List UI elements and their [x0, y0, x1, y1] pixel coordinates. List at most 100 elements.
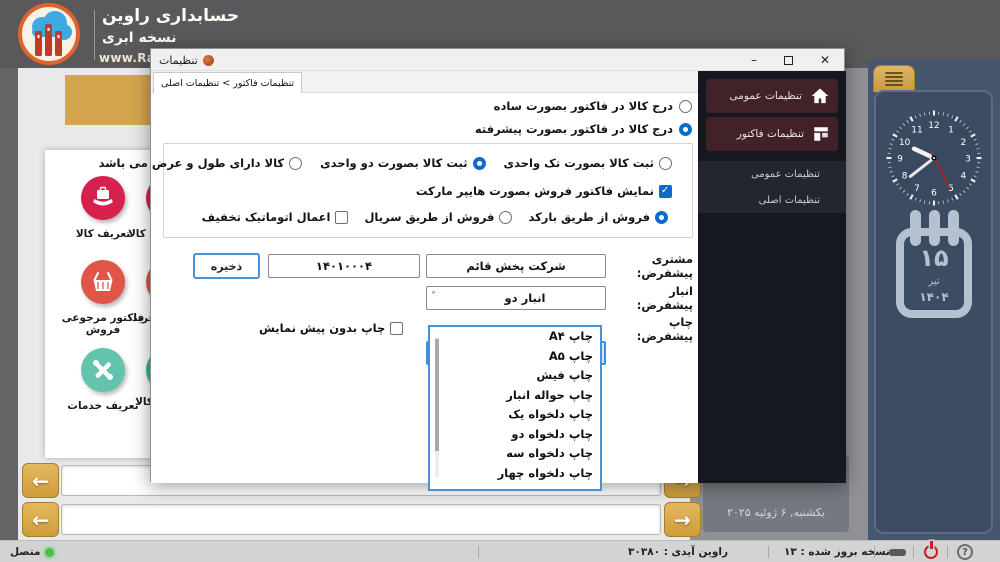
dialog-tabstrip: تنظیمات فاکتور > تنظیمات اصلی	[151, 71, 698, 93]
radio-icon-checked[interactable]	[473, 157, 486, 170]
calendar-widget: ۱۵ تیر ۱۴۰۴	[896, 228, 972, 318]
default-print-label: چاپ پیشفرض:	[613, 317, 693, 341]
checkbox-icon[interactable]	[335, 211, 348, 224]
dropdown-item[interactable]: چاپ حواله انبار	[430, 386, 600, 406]
hamburger-icon	[885, 70, 903, 88]
default-customer-input[interactable]: شرکت پخش قائم	[426, 254, 606, 278]
checkbox-print-no-preview[interactable]: چاپ بدون پیش نمایش	[259, 321, 403, 335]
status-bar: متصل راوین آیدی : ۳۰۳۸۰ نسخه بروز شده : …	[0, 540, 1000, 562]
settings-dialog: تنظیمات – ✕ تنظیمات فاکتور > تنظیمات اصل…	[150, 48, 845, 482]
svg-text:2: 2	[961, 138, 967, 148]
checkbox-icon[interactable]	[390, 322, 403, 335]
scroll-left-button[interactable]: ←	[22, 463, 59, 498]
calendar-ring	[948, 210, 959, 246]
close-button[interactable]: ✕	[820, 54, 830, 66]
maximize-button[interactable]	[784, 56, 793, 65]
radio-option-length-width: کالا دارای طول و عرض می باشد	[99, 156, 285, 170]
dropdown-scrollbar[interactable]	[435, 337, 439, 477]
subnav-item-main[interactable]: تنظیمات اصلی	[698, 187, 846, 213]
dialog-content: تنظیمات فاکتور > تنظیمات اصلی درج کالا د…	[151, 71, 698, 483]
scroll-left-button[interactable]: ←	[22, 502, 59, 537]
shortcut-sales-return-invoice[interactable]: فاکتور مرجوعی فروش	[58, 260, 148, 336]
radio-option-advanced-insert[interactable]: درج کالا در فاکتور بصورت پیشرفته	[475, 122, 692, 136]
gregorian-date: یکشنبه, ۶ ژوئیه ۲۰۲۵	[703, 506, 849, 519]
dropdown-item[interactable]: چاپ دلخواه یک	[430, 405, 600, 425]
default-customer-label: مشتری پیشفرض:	[609, 254, 693, 278]
svg-text:11: 11	[911, 126, 922, 136]
settings-subnav: تنظیمات عمومی تنظیمات اصلی	[698, 161, 846, 213]
nav-item-general-settings[interactable]: تنظیمات عمومی	[706, 79, 838, 113]
tab-invoice-settings[interactable]: تنظیمات فاکتور > تنظیمات اصلی	[153, 72, 302, 93]
widgets-panel: 12 1 2 3 4 5 6 7 8 9 10 11	[868, 60, 1000, 540]
save-button[interactable]: ذخیره	[193, 253, 260, 279]
app-window: حسابداری راوین نسخه ابری www.Ravi تعریف …	[0, 0, 1000, 562]
radio-option-serial-sale: فروش از طریق سریال	[364, 210, 494, 224]
subnav-item-general[interactable]: تنظیمات عمومی	[698, 161, 846, 187]
analog-clock: 12 1 2 3 4 5 6 7 8 9 10 11	[884, 108, 984, 212]
radio-option-single-unit: ثبت کالا بصورت تک واحدی	[504, 156, 654, 170]
chevron-down-icon: ˅	[431, 291, 436, 302]
help-icon[interactable]: ?	[957, 544, 973, 560]
dropdown-item[interactable]: چاپ A۴	[430, 327, 600, 347]
minimize-button[interactable]: –	[751, 54, 757, 66]
calendar-month: تیر	[904, 276, 964, 287]
radio-icon-checked[interactable]	[679, 123, 692, 136]
svg-text:9: 9	[897, 155, 903, 165]
product-options-group: ثبت کالا بصورت تک واحدی ثبت کالا بصورت د…	[163, 143, 693, 238]
dropdown-item[interactable]: چاپ دلخواه سه	[430, 444, 600, 464]
svg-text:6: 6	[931, 189, 937, 199]
svg-text:10: 10	[899, 138, 911, 148]
quick-bar-bottom-strip[interactable]	[61, 504, 661, 535]
calendar-ring	[910, 210, 921, 246]
dialog-logo-icon	[203, 55, 214, 66]
ravin-id: راوین آیدی : ۳۰۳۸۰	[628, 541, 728, 562]
nav-item-invoice-settings[interactable]: تنظیمات فاکتور	[706, 117, 838, 151]
left-edge-strip	[0, 68, 18, 542]
checkbox-icon-checked[interactable]	[659, 185, 672, 198]
settings-nav: تنظیمات عمومی تنظیمات فاکتور تنظیمات عمو…	[698, 71, 846, 483]
connection-status: متصل	[10, 541, 41, 562]
home-icon	[810, 86, 830, 106]
dialog-title: تنظیمات	[159, 54, 198, 67]
print-options-dropdown: چاپ A۴ چاپ A۵ چاپ فیش چاپ حواله انبار چا…	[428, 325, 602, 491]
radio-option-barcode-sale: فروش از طریق بارکد	[528, 210, 650, 224]
widgets-menu-tab[interactable]	[873, 65, 915, 92]
minimize-tray-icon[interactable]	[889, 549, 906, 556]
dropdown-item[interactable]: چاپ A۵	[430, 347, 600, 367]
define-product-icon	[81, 176, 125, 220]
quick-bar-bottom: ← →	[22, 502, 700, 538]
svg-text:3: 3	[965, 155, 971, 165]
svg-text:7: 7	[914, 184, 920, 194]
svg-text:8: 8	[902, 172, 908, 182]
dialog-titlebar: تنظیمات – ✕	[151, 49, 844, 71]
invoice-icon	[812, 125, 830, 143]
connected-dot-icon	[45, 548, 54, 557]
svg-text:12: 12	[928, 121, 939, 131]
calendar-ring	[929, 210, 940, 246]
svg-text:4: 4	[961, 172, 967, 182]
define-services-icon	[81, 348, 125, 392]
scroll-right-button[interactable]: →	[664, 502, 701, 537]
power-icon[interactable]	[924, 545, 938, 559]
calendar-year: ۱۴۰۴	[904, 290, 964, 304]
default-warehouse-label: انبار پیشفرض:	[611, 286, 693, 310]
checkbox-auto-discount: اعمال اتوماتیک تخفیف	[202, 210, 331, 224]
app-title: حسابداری راوین	[102, 6, 239, 26]
radio-icon[interactable]	[499, 211, 512, 224]
app-subtitle: نسخه ابری	[102, 30, 177, 46]
radio-icon[interactable]	[659, 157, 672, 170]
customer-code-input[interactable]: ۱۴۰۱۰۰۰۴	[268, 254, 420, 278]
radio-icon[interactable]	[289, 157, 302, 170]
radio-icon-checked[interactable]	[655, 211, 668, 224]
radio-option-double-unit: ثبت کالا بصورت دو واحدی	[320, 156, 467, 170]
sales-return-icon	[81, 260, 125, 304]
dropdown-item[interactable]: چاپ فیش	[430, 366, 600, 386]
svg-text:1: 1	[948, 126, 954, 136]
radio-option-simple-insert[interactable]: درج کالا در فاکتور بصورت ساده	[494, 99, 692, 113]
header-divider	[94, 10, 95, 60]
checkbox-hypermarket: نمایش فاکتور فروش بصورت هایپر مارکت	[416, 184, 654, 198]
radio-icon[interactable]	[679, 100, 692, 113]
warehouse-combobox[interactable]: ˅ انبار دو	[426, 286, 606, 310]
dropdown-item[interactable]: چاپ دلخواه دو	[430, 425, 600, 445]
dropdown-item[interactable]: چاپ دلخواه چهار	[430, 464, 600, 484]
